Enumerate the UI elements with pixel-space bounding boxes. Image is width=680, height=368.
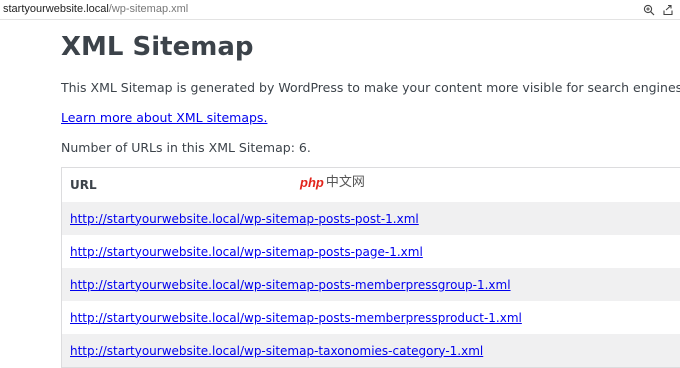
table-row: http://startyourwebsite.local/wp-sitemap… [62, 301, 680, 334]
url-host: startyourwebsite.local [3, 3, 109, 15]
address-bar[interactable]: startyourwebsite.local/wp-sitemap.xml [0, 0, 680, 20]
sitemap-table: URL http://startyourwebsite.local/wp-sit… [61, 167, 680, 368]
table-row: http://startyourwebsite.local/wp-sitemap… [62, 202, 680, 235]
table-row: http://startyourwebsite.local/wp-sitemap… [62, 235, 680, 268]
url-path: /wp-sitemap.xml [108, 3, 189, 15]
watermark-text: 中文网 [325, 175, 365, 190]
watermark-brand: php [300, 175, 324, 190]
watermark-logo: php 中文网 [300, 174, 365, 192]
table-row: http://startyourwebsite.local/wp-sitemap… [62, 268, 680, 301]
sitemap-link[interactable]: http://startyourwebsite.local/wp-sitemap… [70, 311, 522, 325]
learn-more-link[interactable]: Learn more about XML sitemaps. [61, 110, 267, 126]
sitemap-link[interactable]: http://startyourwebsite.local/wp-sitemap… [70, 245, 423, 259]
table-row: http://startyourwebsite.local/wp-sitemap… [62, 334, 680, 367]
sitemap-link[interactable]: http://startyourwebsite.local/wp-sitemap… [70, 344, 483, 358]
url-field[interactable]: startyourwebsite.local/wp-sitemap.xml [3, 3, 188, 16]
table-header: URL [62, 168, 680, 202]
sitemap-link[interactable]: http://startyourwebsite.local/wp-sitemap… [70, 212, 419, 226]
sitemap-link[interactable]: http://startyourwebsite.local/wp-sitemap… [70, 278, 511, 292]
column-header-url: URL [70, 178, 97, 192]
zoom-in-icon[interactable] [641, 2, 657, 18]
page-description: This XML Sitemap is generated by WordPre… [61, 80, 680, 95]
share-icon[interactable] [660, 2, 676, 18]
page-title: XML Sitemap [61, 32, 254, 62]
url-count: Number of URLs in this XML Sitemap: 6. [61, 140, 311, 155]
